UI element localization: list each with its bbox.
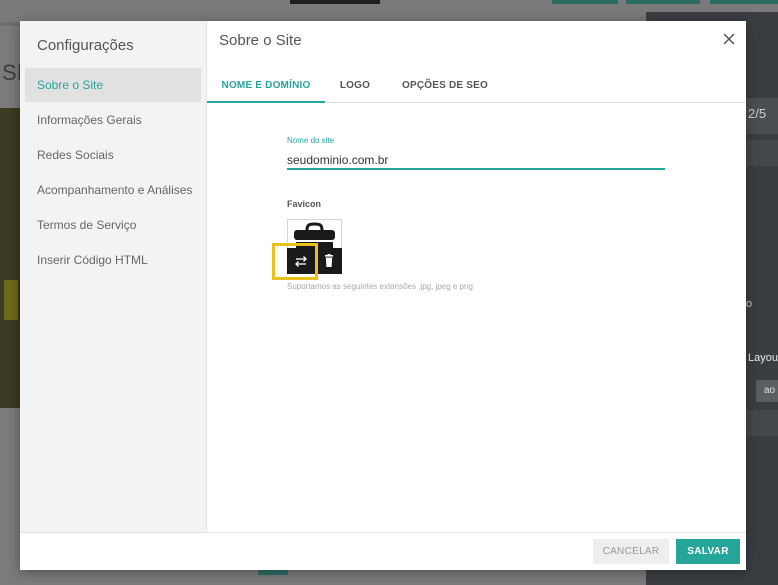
background-toolbar-button (626, 0, 700, 4)
settings-main: Sobre o Site NOME E DOMÍNIO LOGO OPÇÕES … (207, 21, 746, 532)
background-toolbar-button (710, 0, 778, 4)
background-text: o (746, 298, 753, 310)
background-photo (0, 108, 20, 408)
site-name-input[interactable] (287, 151, 665, 170)
save-button[interactable]: SALVAR (676, 539, 740, 564)
tab-bar: NOME E DOMÍNIO LOGO OPÇÕES DE SEO (207, 68, 746, 103)
settings-sidebar: Configurações Sobre o Site Informações G… (20, 21, 207, 532)
background-photo-detail (4, 280, 18, 320)
sidebar-item-acompanhamento[interactable]: Acompanhamento e Análises (25, 173, 201, 207)
tab-logo[interactable]: LOGO (333, 68, 377, 103)
sidebar-item-inserir-codigo-html[interactable]: Inserir Código HTML (25, 243, 201, 277)
background-teal-bar (258, 570, 288, 575)
background-toolbar-button (552, 0, 618, 4)
modal-footer: CANCELAR SALVAR (20, 532, 746, 570)
tab-nome-e-dominio[interactable]: NOME E DOMÍNIO (207, 68, 325, 103)
page-title: Sobre o Site (219, 32, 302, 49)
background-pager: 2/5 (748, 106, 767, 121)
sidebar-item-redes-sociais[interactable]: Redes Sociais (25, 138, 201, 172)
site-name-label: Nome do site (287, 136, 335, 145)
highlight-box (272, 243, 318, 280)
background-toolbar-button (290, 0, 380, 4)
sidebar-title: Configurações (37, 37, 134, 54)
sidebar-item-informacoes-gerais[interactable]: Informações Gerais (25, 103, 201, 137)
tab-opcoes-de-seo[interactable]: OPÇÕES DE SEO (395, 68, 495, 103)
sidebar-item-termos-de-servico[interactable]: Termos de Serviço (25, 208, 201, 242)
background-layout-label: Layou (748, 352, 778, 364)
close-icon[interactable] (720, 30, 738, 48)
favicon-hint: Suportamos as seguintes extensões .jpg, … (287, 282, 473, 291)
background-ao-field: ao (756, 380, 778, 402)
background-panel-row (746, 140, 778, 166)
sidebar-item-sobre-o-site[interactable]: Sobre o Site (25, 68, 201, 102)
trash-icon[interactable] (317, 251, 341, 271)
favicon-label: Favicon (287, 199, 322, 209)
background-panel-row (746, 410, 778, 436)
cancel-button[interactable]: CANCELAR (593, 539, 669, 564)
settings-modal: Configurações Sobre o Site Informações G… (20, 21, 746, 570)
